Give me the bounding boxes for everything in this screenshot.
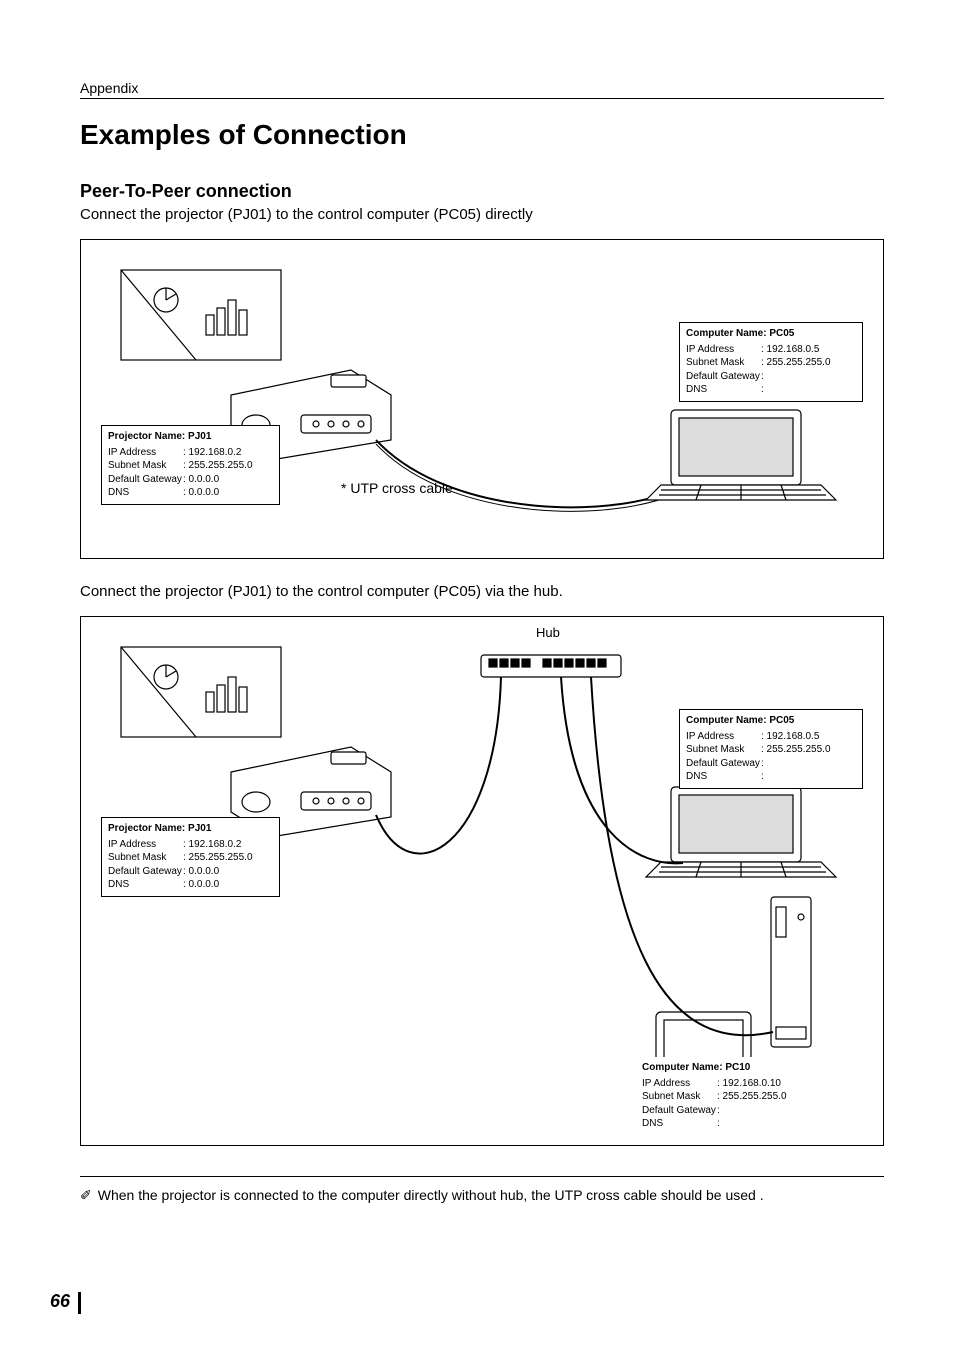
info-title: Projector Name: PJ01 [108, 430, 273, 444]
subsection-heading: Peer-To-Peer connection [80, 181, 884, 202]
intro-text-2: Connect the projector (PJ01) to the cont… [80, 583, 884, 600]
page-number: 66 [50, 1291, 70, 1312]
diagram-hub: Hub Projector Name: PJ01 IP Address: 192… [80, 616, 884, 1146]
hub-label: Hub [536, 625, 560, 640]
page-title: Examples of Connection [80, 119, 884, 151]
footnote-text: When the projector is connected to the c… [98, 1185, 764, 1206]
computer-info-1: Computer Name: PC05 IP Address: 192.168.… [679, 322, 863, 402]
computer10-info: Computer Name: PC10 IP Address: 192.168.… [636, 1057, 823, 1135]
pencil-icon: ✐ [80, 1185, 92, 1206]
section-header: Appendix [80, 80, 884, 99]
intro-text-1: Connect the projector (PJ01) to the cont… [80, 206, 884, 223]
diagram-direct: * UTP cross cable Projector Name: PJ01 I… [80, 239, 884, 559]
projector-info-2: Projector Name: PJ01 IP Address: 192.168… [101, 817, 280, 897]
info-title: Computer Name: PC05 [686, 327, 856, 341]
computer05-info: Computer Name: PC05 IP Address: 192.168.… [679, 709, 863, 789]
cable-label: * UTP cross cable [341, 480, 453, 496]
projector-info-1: Projector Name: PJ01 IP Address: 192.168… [101, 425, 280, 505]
footnote-area: ✐ When the projector is connected to the… [80, 1176, 884, 1206]
page-bar [78, 1292, 81, 1314]
